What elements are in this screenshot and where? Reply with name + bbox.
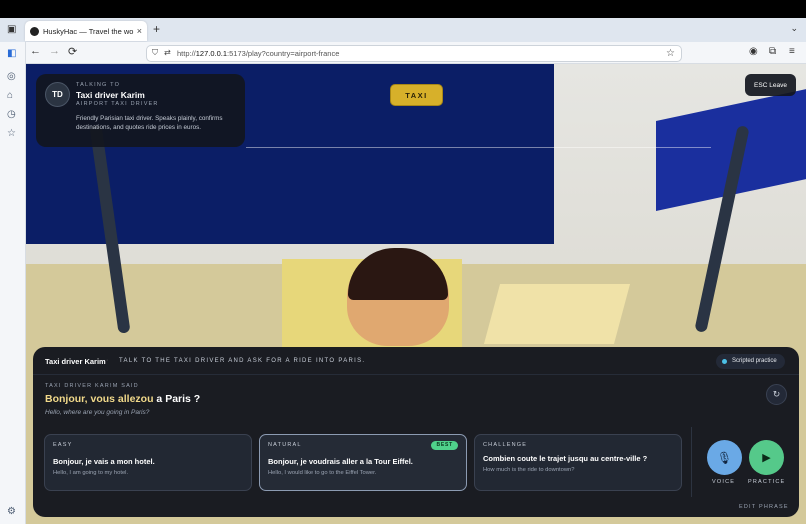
- practice-label: PRACTICE: [748, 479, 786, 485]
- option-card-challenge[interactable]: CHALLENGE Combien coute le trajet jusqu …: [474, 434, 682, 491]
- character-name: Taxi driver Karim: [76, 90, 145, 100]
- menu-icon[interactable]: ≡: [789, 46, 795, 57]
- new-tab-button[interactable]: +: [153, 22, 160, 36]
- top-black-bar: [0, 0, 806, 18]
- address-bar[interactable]: ⛉ ⇄ http://127.0.0.1:5173/play?country=a…: [146, 45, 682, 62]
- esc-leave-button[interactable]: ESC Leave: [745, 74, 796, 96]
- extensions-icon[interactable]: ⧉: [769, 46, 776, 57]
- reload-button[interactable]: ⟳: [68, 45, 77, 58]
- history-icon[interactable]: ◷: [7, 109, 16, 120]
- said-phrase: Bonjour, vous allezou a Paris ?: [45, 393, 201, 405]
- bookmarks-icon[interactable]: ☆: [7, 128, 16, 139]
- replay-button[interactable]: ↻: [766, 384, 787, 405]
- url-text: http://127.0.0.1:5173/play?country=airpo…: [177, 49, 340, 58]
- permissions-icon[interactable]: ⇄: [164, 48, 171, 57]
- best-badge: BEST: [431, 441, 458, 450]
- option-english: Hello, I am going to my hotel.: [53, 470, 129, 476]
- settings-gear-icon[interactable]: ⚙: [7, 506, 16, 517]
- tab-overview-icon[interactable]: ▣: [7, 24, 16, 35]
- option-french: Bonjour, je voudrais aller a la Tour Eif…: [268, 457, 413, 466]
- ai-chat-icon[interactable]: ◎: [7, 71, 16, 82]
- option-french: Bonjour, je vais a mon hotel.: [53, 457, 155, 466]
- sidebar-toggle-icon[interactable]: ◧: [7, 48, 16, 59]
- taxi-sign: TAXI: [390, 84, 443, 106]
- play-icon: ▶: [762, 452, 771, 464]
- synced-tabs-icon[interactable]: ⌂: [7, 90, 13, 101]
- pale-block: [483, 284, 631, 344]
- tab-list-button[interactable]: ⌄: [790, 23, 798, 34]
- option-level: NATURAL: [268, 442, 302, 448]
- actions-divider: [691, 427, 692, 497]
- practice-button[interactable]: ▶: [749, 440, 784, 475]
- option-level: EASY: [53, 442, 73, 448]
- option-english: Hello, I would like to go to the Eiffel …: [268, 470, 377, 476]
- tab-close-icon[interactable]: ×: [137, 26, 142, 36]
- option-french: Combien coute le trajet jusqu au centre-…: [483, 454, 648, 463]
- account-icon[interactable]: ◉: [749, 46, 758, 57]
- forward-button[interactable]: →: [49, 45, 60, 57]
- talking-to-label: TALKING TO: [76, 82, 121, 88]
- avatar: TD: [45, 82, 70, 107]
- replay-icon: ↻: [772, 389, 781, 399]
- panel-divider: [33, 374, 799, 375]
- edit-phrase-link[interactable]: EDIT PHRASE: [739, 504, 789, 510]
- favicon-icon: [30, 26, 39, 36]
- voice-button[interactable]: 🎙: [707, 440, 742, 475]
- dialogue-panel: Taxi driver Karim · TALK TO THE TAXI DRI…: [33, 347, 799, 517]
- option-level: CHALLENGE: [483, 442, 528, 448]
- status-dot-icon: [722, 359, 727, 364]
- shield-icon[interactable]: ⛉: [152, 48, 158, 58]
- tab-title: HuskyHac — Travel the world. L: [43, 26, 134, 36]
- said-translation: Hello, where are you going in Paris?: [45, 409, 150, 416]
- talking-to-card: TD TALKING TO Taxi driver Karim AIRPORT …: [36, 74, 245, 147]
- option-english: How much is the ride to downtown?: [483, 467, 575, 473]
- character-role: AIRPORT TAXI DRIVER: [76, 101, 159, 107]
- microphone-icon: 🎙: [716, 450, 733, 465]
- panel-character-name: Taxi driver Karim: [45, 357, 106, 366]
- horizon-line: [246, 147, 711, 148]
- option-card-natural[interactable]: NATURAL BEST Bonjour, je voudrais aller …: [259, 434, 467, 491]
- back-button[interactable]: ←: [30, 45, 41, 57]
- panel-separator: ·: [106, 357, 109, 364]
- said-label: TAXI DRIVER KARIM SAID: [45, 383, 139, 389]
- task-instruction: TALK TO THE TAXI DRIVER AND ASK FOR A RI…: [119, 358, 366, 364]
- option-card-easy[interactable]: EASY Bonjour, je vais a mon hotel. Hello…: [44, 434, 252, 491]
- bookmark-star-icon[interactable]: ☆: [666, 48, 675, 59]
- character-description: Friendly Parisian taxi driver. Speaks pl…: [76, 115, 223, 131]
- voice-label: VOICE: [712, 479, 736, 485]
- mode-badge: Scripted practice: [716, 354, 785, 369]
- browser-tab[interactable]: HuskyHac — Travel the world. L ×: [25, 21, 147, 41]
